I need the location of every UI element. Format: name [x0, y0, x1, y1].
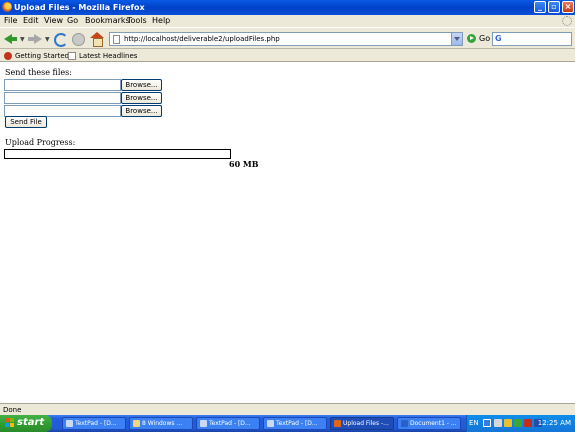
google-search-icon[interactable]: G: [495, 34, 502, 44]
menu-go[interactable]: Go: [67, 16, 78, 26]
taskbar-button[interactable]: 8 Windows ...: [129, 417, 193, 430]
forward-history-dropdown[interactable]: ▼: [45, 36, 50, 43]
window-title: Upload Files - Mozilla Firefox: [14, 3, 145, 12]
live-bookmark-icon: [68, 52, 76, 60]
taskbar-button-label: TextPad - [D...: [209, 420, 251, 427]
bookmark-getting-started[interactable]: Getting Started: [4, 51, 70, 61]
menu-edit[interactable]: Edit: [23, 16, 39, 26]
taskbar-app-icon: [200, 420, 207, 427]
search-box[interactable]: G: [492, 32, 572, 46]
bookmarks-toolbar: Getting Started Latest Headlines: [0, 49, 575, 62]
send-files-label: Send these files:: [5, 68, 72, 77]
reload-button[interactable]: [53, 32, 68, 47]
forward-button[interactable]: [28, 32, 42, 46]
taskbar-button[interactable]: TextPad - [D...: [263, 417, 327, 430]
file-field-1[interactable]: [4, 79, 121, 91]
status-text: Done: [3, 406, 22, 414]
maximize-button[interactable]: ▫: [548, 1, 560, 13]
taskbar-app-icon: [66, 420, 73, 427]
menu-file[interactable]: File: [4, 16, 17, 26]
taskbar: start TextPad - [D... 8 Windows ... TextPa…: [0, 415, 575, 432]
browse-button-1[interactable]: Browse...: [121, 79, 162, 91]
taskbar-button-label: TextPad - [D...: [276, 420, 318, 427]
url-history-dropdown[interactable]: [451, 33, 462, 45]
menu-bar: File Edit View Go Bookmarks Tools Help: [0, 15, 575, 27]
send-file-button[interactable]: Send File: [5, 116, 47, 128]
file-field-2[interactable]: [4, 92, 121, 104]
firefox-bookmark-icon: [4, 52, 12, 60]
taskbar-button-label: Document1 - ...: [410, 420, 457, 427]
taskbar-button[interactable]: Upload Files -...: [330, 417, 394, 430]
browse-button-3[interactable]: Browse...: [121, 105, 162, 117]
menu-view[interactable]: View: [44, 16, 63, 26]
tray-app-icon[interactable]: [494, 419, 502, 427]
bookmark-latest-headlines[interactable]: Latest Headlines: [68, 51, 137, 61]
page-icon: [113, 35, 120, 44]
taskbar-button-label: TextPad - [D...: [75, 420, 117, 427]
status-bar: Done: [0, 403, 575, 415]
bookmark-label: Getting Started: [15, 52, 70, 60]
stop-button[interactable]: [71, 32, 85, 46]
menu-help[interactable]: Help: [152, 16, 170, 26]
throbber-icon: [562, 16, 572, 26]
bookmark-label: Latest Headlines: [79, 52, 138, 60]
upload-progress-label: Upload Progress:: [5, 138, 76, 147]
close-button[interactable]: ×: [562, 1, 574, 13]
taskbar-app-icon: [401, 420, 408, 427]
window-titlebar: Upload Files - Mozilla Firefox _ ▫ ×: [0, 0, 575, 15]
language-indicator[interactable]: EN: [469, 418, 479, 428]
start-label: start: [17, 417, 45, 428]
firefox-icon: [2, 2, 12, 12]
back-button[interactable]: [4, 32, 18, 46]
clock: 12:25 AM: [537, 419, 571, 427]
url-bar[interactable]: [109, 32, 463, 46]
page-content: Send these files: Browse... Browse... Br…: [0, 63, 575, 403]
minimize-button[interactable]: _: [534, 1, 546, 13]
back-history-dropdown[interactable]: ▼: [20, 36, 25, 43]
go-label: Go: [479, 34, 491, 43]
go-arrow-icon: [467, 34, 476, 43]
taskbar-app-icon: [267, 420, 274, 427]
tray-security-icon[interactable]: [514, 419, 522, 427]
go-button[interactable]: Go: [467, 34, 493, 45]
upload-size-text: 60 MB: [229, 159, 259, 169]
start-button[interactable]: start: [0, 415, 52, 432]
upload-progress-bar: [4, 149, 231, 159]
tray-messenger-icon[interactable]: [504, 419, 512, 427]
browse-button-2[interactable]: Browse...: [121, 92, 162, 104]
navigation-toolbar: ▼ ▼ Go G: [0, 27, 575, 49]
url-input[interactable]: [124, 34, 444, 44]
taskbar-app-icon: [334, 420, 341, 427]
menu-bookmarks[interactable]: Bookmarks: [85, 16, 130, 26]
home-button[interactable]: [90, 32, 104, 47]
taskbar-button-label: Upload Files -...: [343, 420, 389, 427]
taskbar-button-label: 8 Windows ...: [142, 420, 183, 427]
search-input[interactable]: [506, 34, 568, 44]
tray-network-icon[interactable]: [483, 419, 491, 427]
taskbar-button[interactable]: TextPad - [D...: [62, 417, 126, 430]
windows-logo-icon: [5, 418, 15, 428]
taskbar-button[interactable]: Document1 - ...: [397, 417, 461, 430]
taskbar-button[interactable]: TextPad - [D...: [196, 417, 260, 430]
tray-ati-icon[interactable]: [524, 419, 532, 427]
taskbar-app-icon: [133, 420, 140, 427]
system-tray: EN 12:25 AM: [466, 415, 575, 432]
menu-tools[interactable]: Tools: [127, 16, 147, 26]
